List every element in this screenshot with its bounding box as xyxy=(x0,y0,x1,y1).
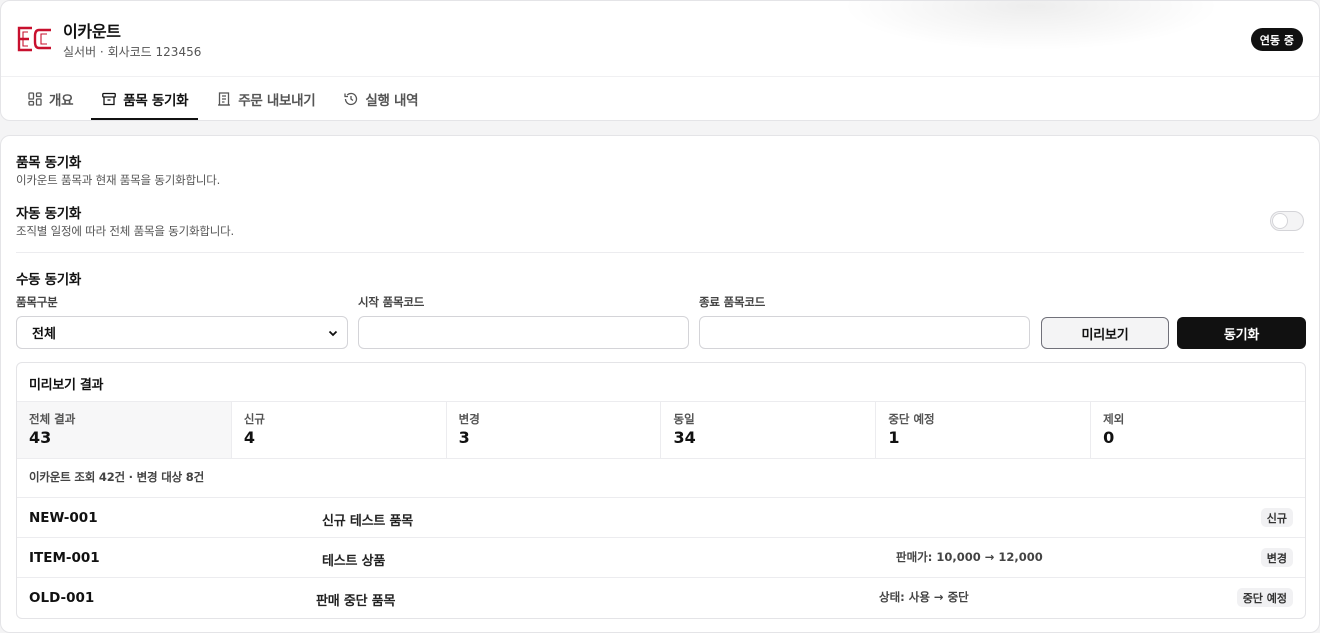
shop-name: 이카운트 xyxy=(63,22,121,41)
category-select-value: 전체 xyxy=(32,327,56,342)
connection-status-badge: 연동 중 xyxy=(1250,28,1303,51)
item-code: OLD-001 xyxy=(29,590,95,606)
stat-excluded: 제외 0 xyxy=(1091,402,1305,458)
list-item: OLD-001 판매 중단 품목 상태: 사용 → 중단 중단 예정 xyxy=(17,577,1305,617)
tab-history[interactable]: 실행 내역 xyxy=(333,77,428,120)
chevron-down-icon xyxy=(328,330,338,337)
stat-same: 동일 34 xyxy=(661,402,877,458)
item-code: NEW-001 xyxy=(29,510,98,526)
stats-bar: 전체 결과 43 신규 4 변경 3 동일 34 중단 예정 1 제외 0 xyxy=(17,401,1305,459)
tab-label: 주문 내보내기 xyxy=(238,93,316,109)
tab-overview[interactable]: 개요 xyxy=(17,77,83,120)
auto-sync-title: 자동 동기화 xyxy=(16,206,81,222)
status-badge: 변경 xyxy=(1260,548,1293,567)
stat-changed: 변경 3 xyxy=(447,402,662,458)
start-code-label: 시작 품목코드 xyxy=(358,295,425,309)
preview-result-title: 미리보기 결과 xyxy=(29,378,104,393)
stat-value: 0 xyxy=(1103,428,1115,447)
box-icon xyxy=(102,92,117,106)
item-change: 상태: 사용 → 중단 xyxy=(879,590,969,604)
stat-value: 3 xyxy=(458,428,470,447)
item-name: 판매 중단 품목 xyxy=(316,594,396,609)
section-title: 품목 동기화 xyxy=(16,155,81,171)
tab-label: 개요 xyxy=(49,93,74,109)
ecount-logo xyxy=(17,26,51,52)
preview-list: NEW-001 신규 테스트 품목 신규 ITEM-001 테스트 상품 판매가… xyxy=(17,497,1305,617)
preview-result-card: 미리보기 결과 전체 결과 43 신규 4 변경 3 동일 34 중단 예정 1 xyxy=(16,362,1306,619)
end-code-input[interactable] xyxy=(699,316,1030,349)
tab-label: 품목 동기화 xyxy=(123,93,189,109)
stat-label: 동일 xyxy=(673,412,695,426)
stat-value: 4 xyxy=(243,428,255,447)
auto-sync-description: 조직별 일정에 따라 전체 품목을 동기화합니다. xyxy=(16,224,234,238)
shop-subtitle: 실서버 · 회사코드 123456 xyxy=(63,45,202,59)
tab-label: 실행 내역 xyxy=(365,93,419,109)
status-badge: 중단 예정 xyxy=(1236,588,1293,607)
stat-value: 34 xyxy=(673,428,696,447)
stat-label: 변경 xyxy=(458,412,480,426)
item-sync-panel: 품목 동기화 이카운트 품목과 현재 품목을 동기화합니다. 자동 동기화 조직… xyxy=(0,135,1320,633)
category-label: 품목구분 xyxy=(16,295,58,309)
dashboard-icon xyxy=(28,92,42,106)
item-code: ITEM-001 xyxy=(29,550,100,566)
stat-total: 전체 결과 43 xyxy=(17,402,232,458)
preview-summary: 이카운트 조회 42건 · 변경 대상 8건 xyxy=(29,470,204,484)
stat-to-discontinue: 중단 예정 1 xyxy=(876,402,1092,458)
item-name: 신규 테스트 품목 xyxy=(322,514,413,529)
item-change: 판매가: 10,000 → 12,000 xyxy=(896,550,1043,564)
preview-button[interactable]: 미리보기 xyxy=(1041,317,1169,349)
list-item: ITEM-001 테스트 상품 판매가: 10,000 → 12,000 변경 xyxy=(17,537,1305,577)
start-code-input[interactable] xyxy=(358,316,689,349)
stat-value: 43 xyxy=(29,428,52,447)
stat-new: 신규 4 xyxy=(232,402,447,458)
stat-label: 중단 예정 xyxy=(888,412,935,426)
status-badge: 신규 xyxy=(1260,508,1293,527)
tab-bar: 개요 품목 동기화 주문 내보내기 실행 내역 xyxy=(17,77,428,120)
end-code-label: 종료 품목코드 xyxy=(699,295,766,309)
item-name: 테스트 상품 xyxy=(322,554,386,569)
auto-sync-toggle[interactable] xyxy=(1270,211,1304,231)
manual-sync-title: 수동 동기화 xyxy=(16,272,81,288)
section-description: 이카운트 품목과 현재 품목을 동기화합니다. xyxy=(16,173,221,187)
shop-header: 이카운트 실서버 · 회사코드 123456 연동 중 개요 품목 동기화 주문… xyxy=(0,0,1320,121)
divider xyxy=(16,252,1304,253)
stat-value: 1 xyxy=(888,428,900,447)
stat-label: 전체 결과 xyxy=(29,412,76,426)
stat-label: 신규 xyxy=(243,412,265,426)
history-icon xyxy=(344,92,358,106)
stat-label: 제외 xyxy=(1103,412,1125,426)
tab-order-export[interactable]: 주문 내보내기 xyxy=(206,77,325,120)
list-item: NEW-001 신규 테스트 품목 신규 xyxy=(17,497,1305,537)
category-select[interactable]: 전체 xyxy=(16,316,348,349)
tab-item-sync[interactable]: 품목 동기화 xyxy=(91,77,199,120)
document-icon xyxy=(218,92,231,106)
sync-button[interactable]: 동기화 xyxy=(1177,317,1306,349)
header-glow xyxy=(841,1,1221,51)
toggle-knob xyxy=(1272,213,1288,229)
